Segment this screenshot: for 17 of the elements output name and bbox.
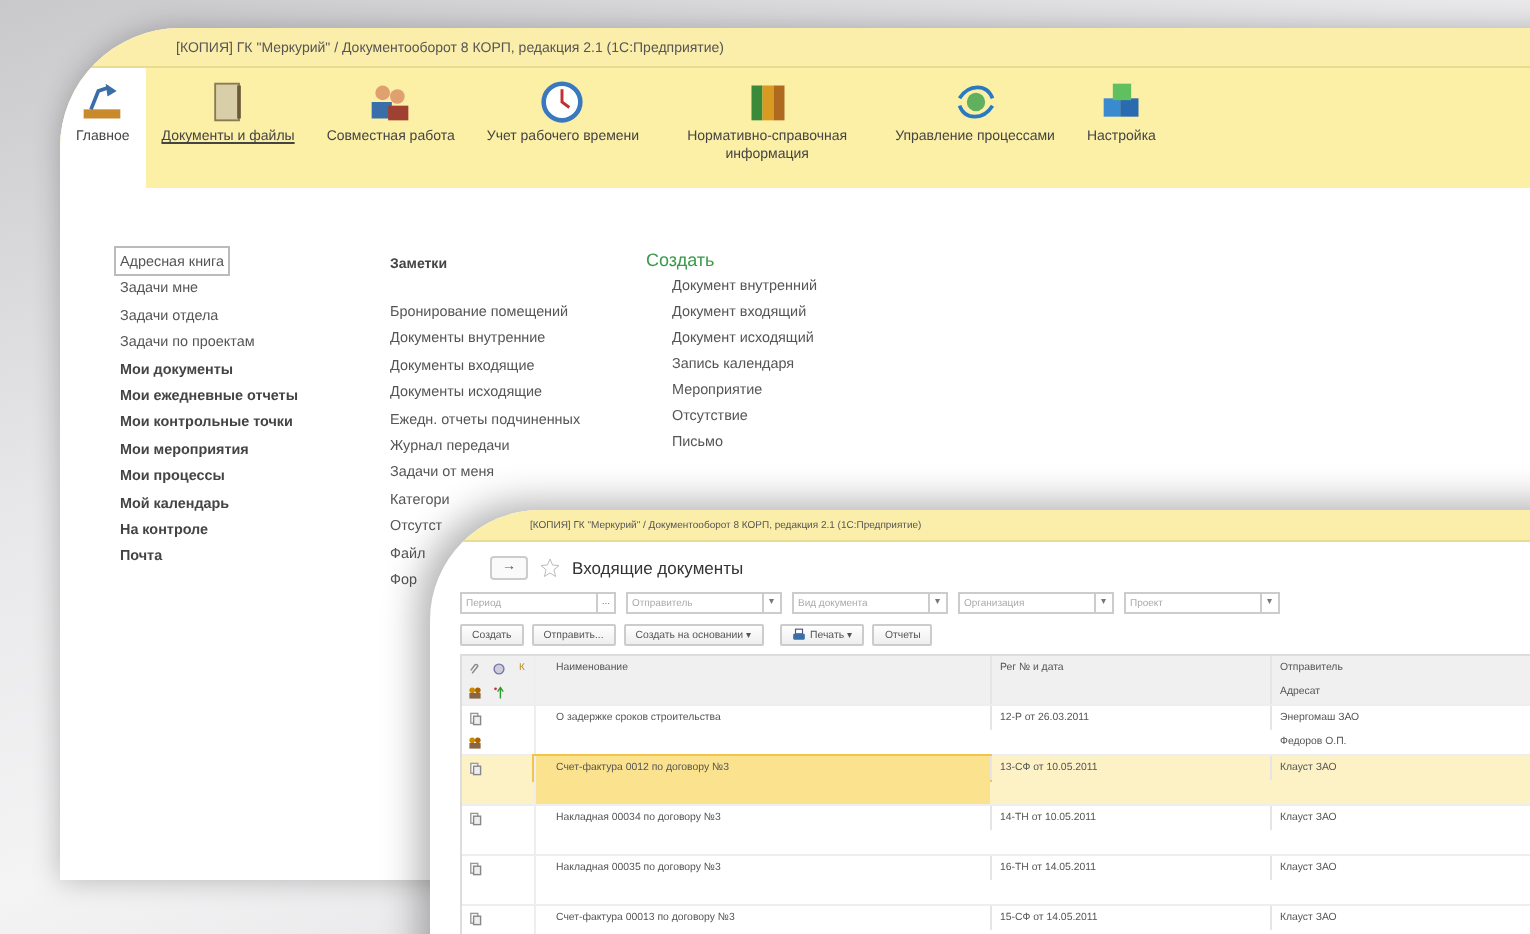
people-icon <box>467 685 481 699</box>
list-title: Входящие документы <box>572 558 744 578</box>
people-icon <box>368 80 413 124</box>
people-icon <box>467 735 481 749</box>
create-heading: Создать <box>646 248 717 272</box>
printer-icon <box>792 628 807 642</box>
document-icon <box>467 761 481 775</box>
document-icon <box>467 861 481 875</box>
star-icon[interactable] <box>540 558 560 578</box>
document-icon <box>467 811 481 825</box>
up-arrow-icon <box>491 685 505 699</box>
globe-arrows-icon <box>953 80 998 124</box>
paperclip-icon <box>467 661 481 675</box>
clock-icon <box>540 80 585 124</box>
document-icon <box>467 911 481 925</box>
document-icon <box>467 711 481 725</box>
circle-icon <box>491 661 505 675</box>
